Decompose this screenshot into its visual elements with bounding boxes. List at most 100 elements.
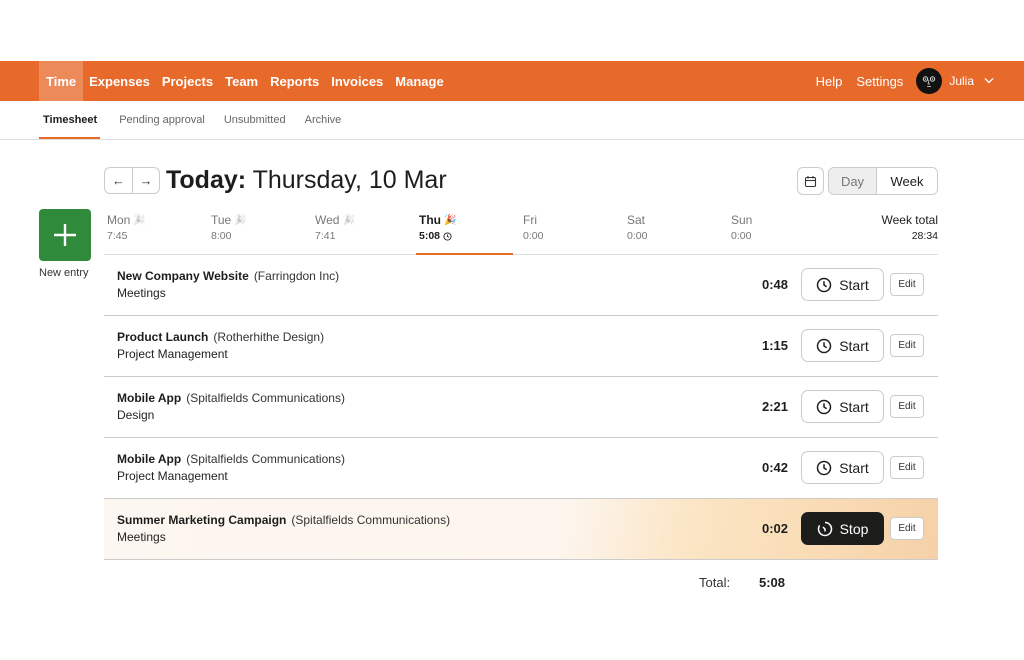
week-total-value: 28:34: [911, 230, 938, 242]
start-label: Start: [839, 337, 869, 354]
project-name: Summer Marketing Campaign: [117, 513, 287, 527]
arrow-right-icon: →: [139, 173, 153, 188]
clock-icon: [816, 277, 832, 292]
settings-link[interactable]: Settings: [856, 74, 903, 89]
task-name: Meetings: [117, 530, 166, 544]
chevron-down-icon[interactable]: [984, 76, 994, 87]
day-sat[interactable]: Sat 0:00: [627, 213, 647, 255]
user-area: Help Settings Julia: [802, 61, 994, 101]
start-label: Start: [839, 459, 869, 476]
start-timer-button[interactable]: Start: [801, 329, 884, 362]
tab-unsubmitted[interactable]: Unsubmitted: [224, 114, 286, 139]
day-mon[interactable]: Mon 🎉 7:45: [107, 213, 146, 255]
plus-icon: [54, 224, 76, 246]
start-label: Start: [839, 276, 869, 293]
day-name: Sat: [627, 213, 646, 227]
confetti-icon: 🎉: [342, 214, 355, 226]
entry-duration: 0:42: [761, 460, 788, 475]
nav-team[interactable]: Team: [219, 61, 264, 101]
start-timer-button[interactable]: Start: [801, 268, 884, 301]
start-timer-button[interactable]: Start: [801, 451, 884, 484]
user-name[interactable]: Julia: [949, 74, 974, 88]
day-wed[interactable]: Wed 🎉 7:41: [315, 213, 355, 255]
task-name: Project Management: [117, 347, 228, 361]
start-timer-button[interactable]: Start: [801, 390, 884, 423]
new-entry-label: New entry: [39, 267, 89, 279]
clock-icon: [816, 460, 832, 475]
nav-projects[interactable]: Projects: [156, 61, 219, 101]
avatar[interactable]: [916, 68, 943, 94]
client-name: (Spitalfields Communications): [291, 513, 451, 527]
day-sun[interactable]: Sun 0:00: [731, 213, 752, 255]
clock-icon: [443, 231, 452, 241]
tab-pending-approval[interactable]: Pending approval: [119, 114, 205, 139]
day-time: 0:00: [523, 230, 544, 242]
entry-duration: 2:21: [761, 399, 788, 414]
confetti-icon: 🎉: [133, 214, 146, 226]
day-name: Fri: [523, 213, 537, 227]
day-name: Tue: [211, 213, 232, 227]
time-entry: Mobile App (Spitalfields Communications) …: [104, 377, 938, 438]
view-week-button[interactable]: Week: [877, 168, 937, 194]
main-nav: Time Expenses Projects Team Reports Invo…: [39, 61, 450, 101]
nav-time[interactable]: Time: [39, 61, 84, 101]
entry-duration: 0:02: [761, 521, 788, 536]
view-day-button[interactable]: Day: [829, 168, 877, 194]
project-name: Mobile App: [117, 452, 182, 466]
time-entry: Mobile App (Spitalfields Communications) …: [104, 438, 938, 499]
task-name: Meetings: [117, 286, 166, 300]
clock-icon: [816, 338, 832, 353]
page-title: Today: Thursday, 10 Mar: [166, 166, 447, 195]
calendar-button[interactable]: [797, 167, 824, 195]
arrow-left-icon: ←: [112, 173, 125, 188]
day-name: Mon: [107, 213, 131, 227]
nav-invoices[interactable]: Invoices: [325, 61, 389, 101]
day-tue[interactable]: Tue 🎉 8:00: [211, 213, 247, 255]
day-time: 0:00: [731, 230, 752, 242]
title-prefix: Today:: [166, 166, 247, 194]
help-link[interactable]: Help: [816, 74, 843, 89]
time-entry: New Company Website (Farringdon Inc) Meet…: [104, 255, 938, 316]
entry-duration: 0:48: [761, 277, 788, 292]
edit-entry-button[interactable]: Edit: [890, 517, 924, 540]
client-name: (Spitalfields Communications): [186, 452, 345, 466]
day-time: 0:00: [627, 230, 648, 242]
edit-entry-button[interactable]: Edit: [890, 334, 924, 357]
next-day-button[interactable]: →: [132, 168, 159, 193]
tab-archive[interactable]: Archive: [305, 114, 342, 139]
week-total: Week total 28:34: [882, 213, 938, 242]
edit-entry-button[interactable]: Edit: [890, 273, 924, 296]
day-total-label: Total:: [699, 575, 731, 590]
time-entry-running: Summer Marketing Campaign (Spitalfields C…: [104, 499, 938, 560]
day-name: Sun: [731, 213, 753, 227]
edit-entry-button[interactable]: Edit: [890, 456, 924, 479]
date-navigation: ← →: [104, 167, 160, 194]
previous-day-button[interactable]: ←: [105, 168, 132, 193]
clock-icon: [816, 399, 832, 414]
client-name: (Farringdon Inc): [253, 269, 340, 283]
new-entry-button[interactable]: [39, 209, 91, 261]
calendar-icon: [804, 175, 817, 187]
stop-label: Stop: [839, 520, 869, 537]
day-time: 7:41: [315, 230, 336, 242]
nav-manage[interactable]: Manage: [389, 61, 449, 101]
edit-entry-button[interactable]: Edit: [890, 395, 924, 418]
stop-timer-button[interactable]: Stop: [801, 512, 884, 545]
avatar-face-icon: [923, 76, 936, 87]
time-entries: New Company Website (Farringdon Inc) Meet…: [104, 255, 938, 560]
confetti-icon: 🎉: [444, 214, 457, 226]
task-name: Design: [117, 408, 155, 422]
day-time: 7:45: [107, 230, 128, 242]
day-name: Wed: [315, 213, 340, 227]
nav-expenses[interactable]: Expenses: [83, 61, 156, 101]
day-time: 8:00: [211, 230, 232, 242]
running-clock-icon: [817, 521, 832, 536]
nav-reports[interactable]: Reports: [264, 61, 325, 101]
time-entry: Product Launch (Rotherhithe Design) Proje…: [104, 316, 938, 377]
confetti-icon: 🎉: [234, 214, 247, 226]
day-thu[interactable]: Thu 🎉 5:08: [416, 213, 513, 255]
tab-timesheet[interactable]: Timesheet: [39, 114, 101, 139]
entry-duration: 1:15: [761, 338, 788, 353]
week-total-label: Week total: [881, 213, 938, 227]
day-fri[interactable]: Fri 0:00: [523, 213, 543, 255]
